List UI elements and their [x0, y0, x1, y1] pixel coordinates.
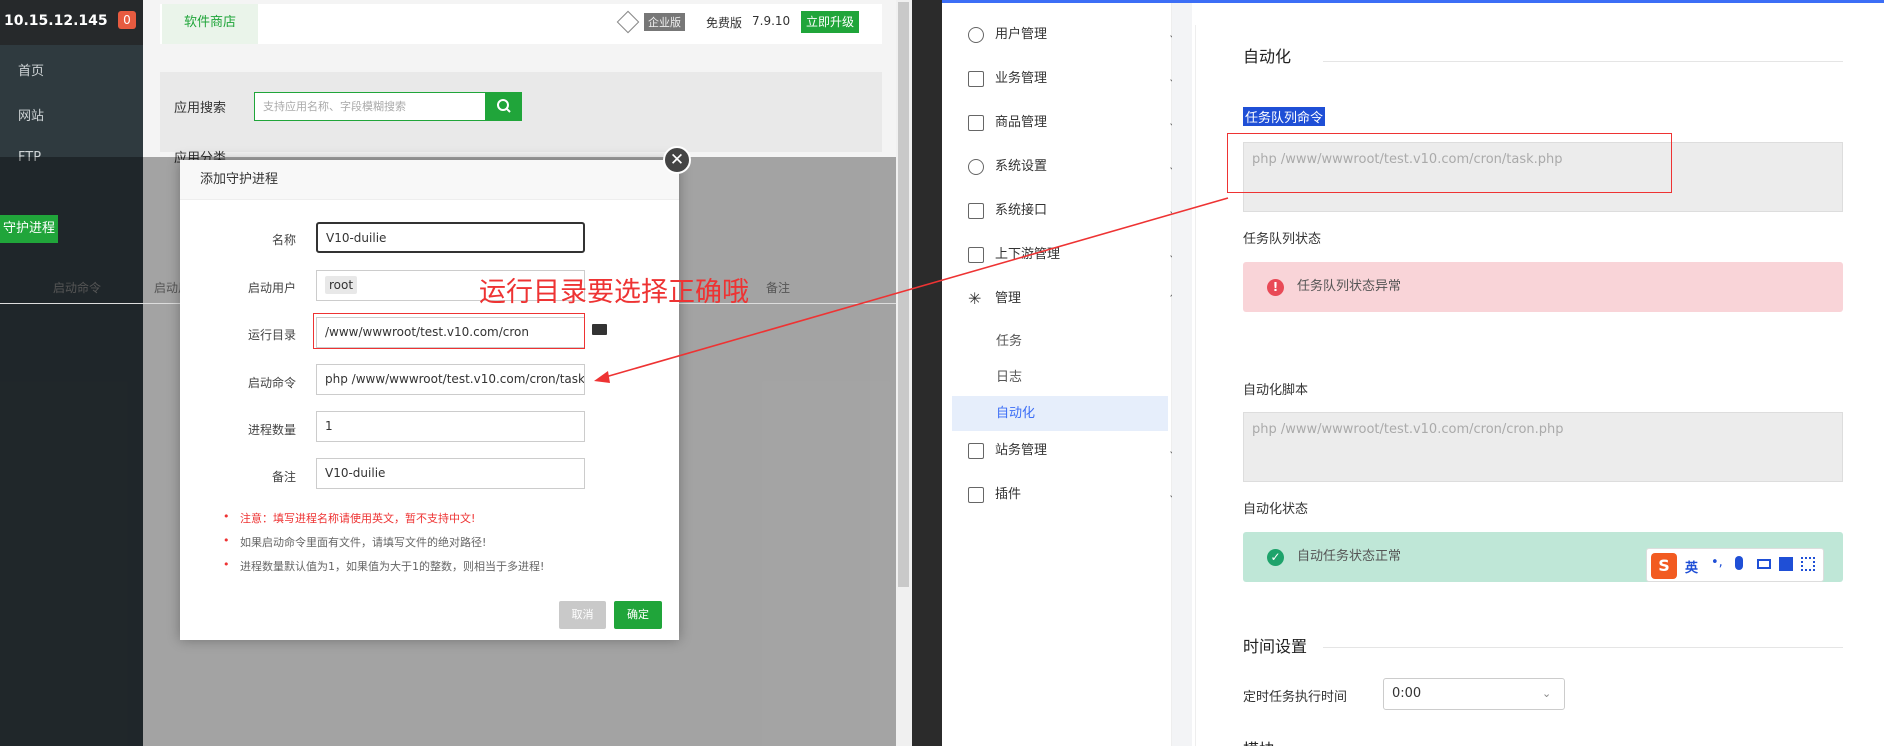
user-tag: root: [325, 276, 358, 294]
sidebar-item-label: 用户管理: [995, 27, 1048, 42]
grid-icon[interactable]: [1801, 557, 1815, 571]
sub-item-automation[interactable]: 自动化: [996, 402, 1035, 421]
auto-status-text: 自动任务状态正常: [1297, 549, 1402, 564]
script-field[interactable]: php /www/wwwroot/test.v10.com/cron/cron.…: [1243, 412, 1843, 482]
nav-website-label: 网站: [18, 109, 45, 124]
nav-home[interactable]: 首页: [18, 60, 44, 79]
search-input[interactable]: 支持应用名称、字段模糊搜索: [254, 92, 486, 121]
cron-time-select[interactable]: 0:00 ⌄: [1383, 678, 1565, 710]
sogou-icon: S: [1651, 553, 1677, 579]
queue-cmd-label: 任务队列命令: [1243, 107, 1326, 126]
sidebar-item-label: 插件: [995, 487, 1022, 502]
cube-icon: [968, 487, 984, 503]
auto-status-label: 自动化状态: [1243, 502, 1309, 517]
name-input[interactable]: V10-duilie: [316, 222, 585, 253]
enterprise-badge[interactable]: 企业版: [644, 13, 685, 31]
user-icon: [968, 27, 984, 43]
upgrade-button[interactable]: 立即升级: [801, 11, 859, 33]
sidebar-item-label: 系统设置: [995, 159, 1048, 174]
window-divider: [912, 0, 942, 746]
add-daemon-button[interactable]: 守护进程: [0, 215, 58, 243]
cart-icon: [968, 115, 984, 131]
tip-path: 如果启动命令里面有文件，请填写文件的绝对路径!: [223, 534, 486, 550]
mic-icon[interactable]: [1735, 556, 1743, 570]
sidebar-item-label: 系统接口: [995, 203, 1048, 218]
server-ip: 10.15.12.145: [4, 13, 108, 29]
nav-website[interactable]: 网站: [18, 105, 44, 124]
folder-open-icon[interactable]: [592, 324, 607, 335]
shirt-icon[interactable]: [1779, 557, 1793, 571]
divider: [1323, 647, 1843, 648]
chevron-down-icon: ⌄: [1542, 687, 1552, 700]
sub-item-task[interactable]: 任务: [996, 330, 1022, 349]
sidebar-item-label: 上下游管理: [995, 247, 1061, 262]
folder-plus-icon: [968, 443, 984, 459]
close-icon: ✕: [669, 150, 685, 170]
search-label: 应用搜索: [174, 101, 227, 116]
section-title-automation: 自动化: [1243, 47, 1292, 66]
sidebar-item-label: 站务管理: [995, 443, 1048, 458]
punctuation-icon[interactable]: •,: [1711, 555, 1723, 570]
admin-sidebar: 用户管理⌄ 业务管理⌄ 商品管理⌄ 系统设置⌄ 系统接口⌄ 上下游管理⌄ ✳管理…: [942, 3, 1177, 746]
cancel-button[interactable]: 取消: [559, 601, 606, 629]
col-remark: 备注: [766, 281, 791, 295]
bt-panel-window: 10.15.12.145 0 首页 网站 FTP 软件商店 企业版 免费版 7.…: [0, 0, 912, 746]
field-label-cmd: 启动命令: [247, 376, 296, 390]
hierarchy-icon: [968, 247, 984, 263]
check-icon: ✓: [1267, 549, 1284, 566]
annotation-box-cmd: [1227, 133, 1672, 193]
sub-item-active-bg: [952, 396, 1168, 431]
gear-icon: [968, 159, 984, 175]
search-icon: [497, 99, 511, 113]
divider: [1323, 61, 1843, 62]
version-label: 7.9.10: [752, 14, 791, 28]
notification-badge[interactable]: 0: [118, 11, 136, 29]
section-title-time: 时间设置: [1243, 637, 1308, 656]
tip-english: 注意：填写进程名称请使用英文，暂不支持中文!: [223, 510, 475, 526]
ime-toolbar[interactable]: S 英 •,: [1646, 548, 1824, 582]
sidebar-item-label: 商品管理: [995, 115, 1048, 130]
sub-item-log[interactable]: 日志: [996, 366, 1022, 385]
cron-label: 定时任务执行时间: [1243, 690, 1348, 705]
nav-home-label: 首页: [18, 64, 45, 79]
field-label-name: 名称: [271, 233, 296, 247]
ok-button[interactable]: 确定: [614, 601, 662, 629]
content-gutter: [1172, 3, 1192, 746]
annotation-box-dir: [313, 313, 585, 349]
queue-status-text: 任务队列状态异常: [1297, 279, 1402, 294]
cmd-input[interactable]: php /www/wwwroot/test.v10.com/cron/task.: [316, 364, 585, 395]
sidebar-item-label: 管理: [995, 291, 1022, 306]
admin-window: 用户管理⌄ 业务管理⌄ 商品管理⌄ 系统设置⌄ 系统接口⌄ 上下游管理⌄ ✳管理…: [942, 0, 1884, 746]
file-icon: [968, 71, 984, 87]
scrollbar-thumb[interactable]: [898, 2, 909, 587]
ime-lang[interactable]: 英: [1685, 557, 1698, 576]
diamond-icon: [616, 10, 640, 34]
script-label: 自动化脚本: [1243, 383, 1309, 398]
keyboard-icon[interactable]: [1757, 559, 1771, 569]
search-button[interactable]: [486, 92, 522, 121]
section-title-mode: 模块: [1243, 736, 1275, 746]
tab-software-store[interactable]: 软件商店: [162, 4, 258, 44]
cron-time-value: 0:00: [1392, 686, 1422, 701]
sidebar-item-label: 业务管理: [995, 71, 1048, 86]
col-start-cmd: 启动命令: [53, 281, 102, 295]
sidebar-header: 10.15.12.145 0: [0, 0, 143, 45]
free-edition-label: 免费版: [706, 16, 743, 30]
error-icon: !: [1267, 279, 1284, 296]
field-label-dir: 运行目录: [247, 328, 296, 342]
remark-input[interactable]: V10-duilie: [316, 458, 585, 489]
close-button[interactable]: ✕: [663, 146, 691, 174]
field-label-count: 进程数量: [247, 423, 296, 437]
tip-count: 进程数量默认值为1，如果值为大于1的整数，则相当于多进程!: [223, 558, 544, 574]
store-tabbar: 软件商店 企业版 免费版 7.9.10 立即升级: [160, 4, 882, 44]
folder-icon: [968, 203, 984, 219]
queue-status-label: 任务队列状态: [1243, 232, 1322, 247]
field-label-remark: 备注: [271, 470, 296, 484]
field-label-user: 启动用户: [247, 281, 296, 295]
annotation-text: 运行目录要选择正确哦: [479, 277, 749, 308]
queue-status-alert: ! 任务队列状态异常: [1243, 262, 1843, 312]
modal-title: 添加守护进程: [180, 160, 679, 200]
count-input[interactable]: 1: [316, 411, 585, 442]
asterisk-icon: ✳: [968, 289, 982, 308]
